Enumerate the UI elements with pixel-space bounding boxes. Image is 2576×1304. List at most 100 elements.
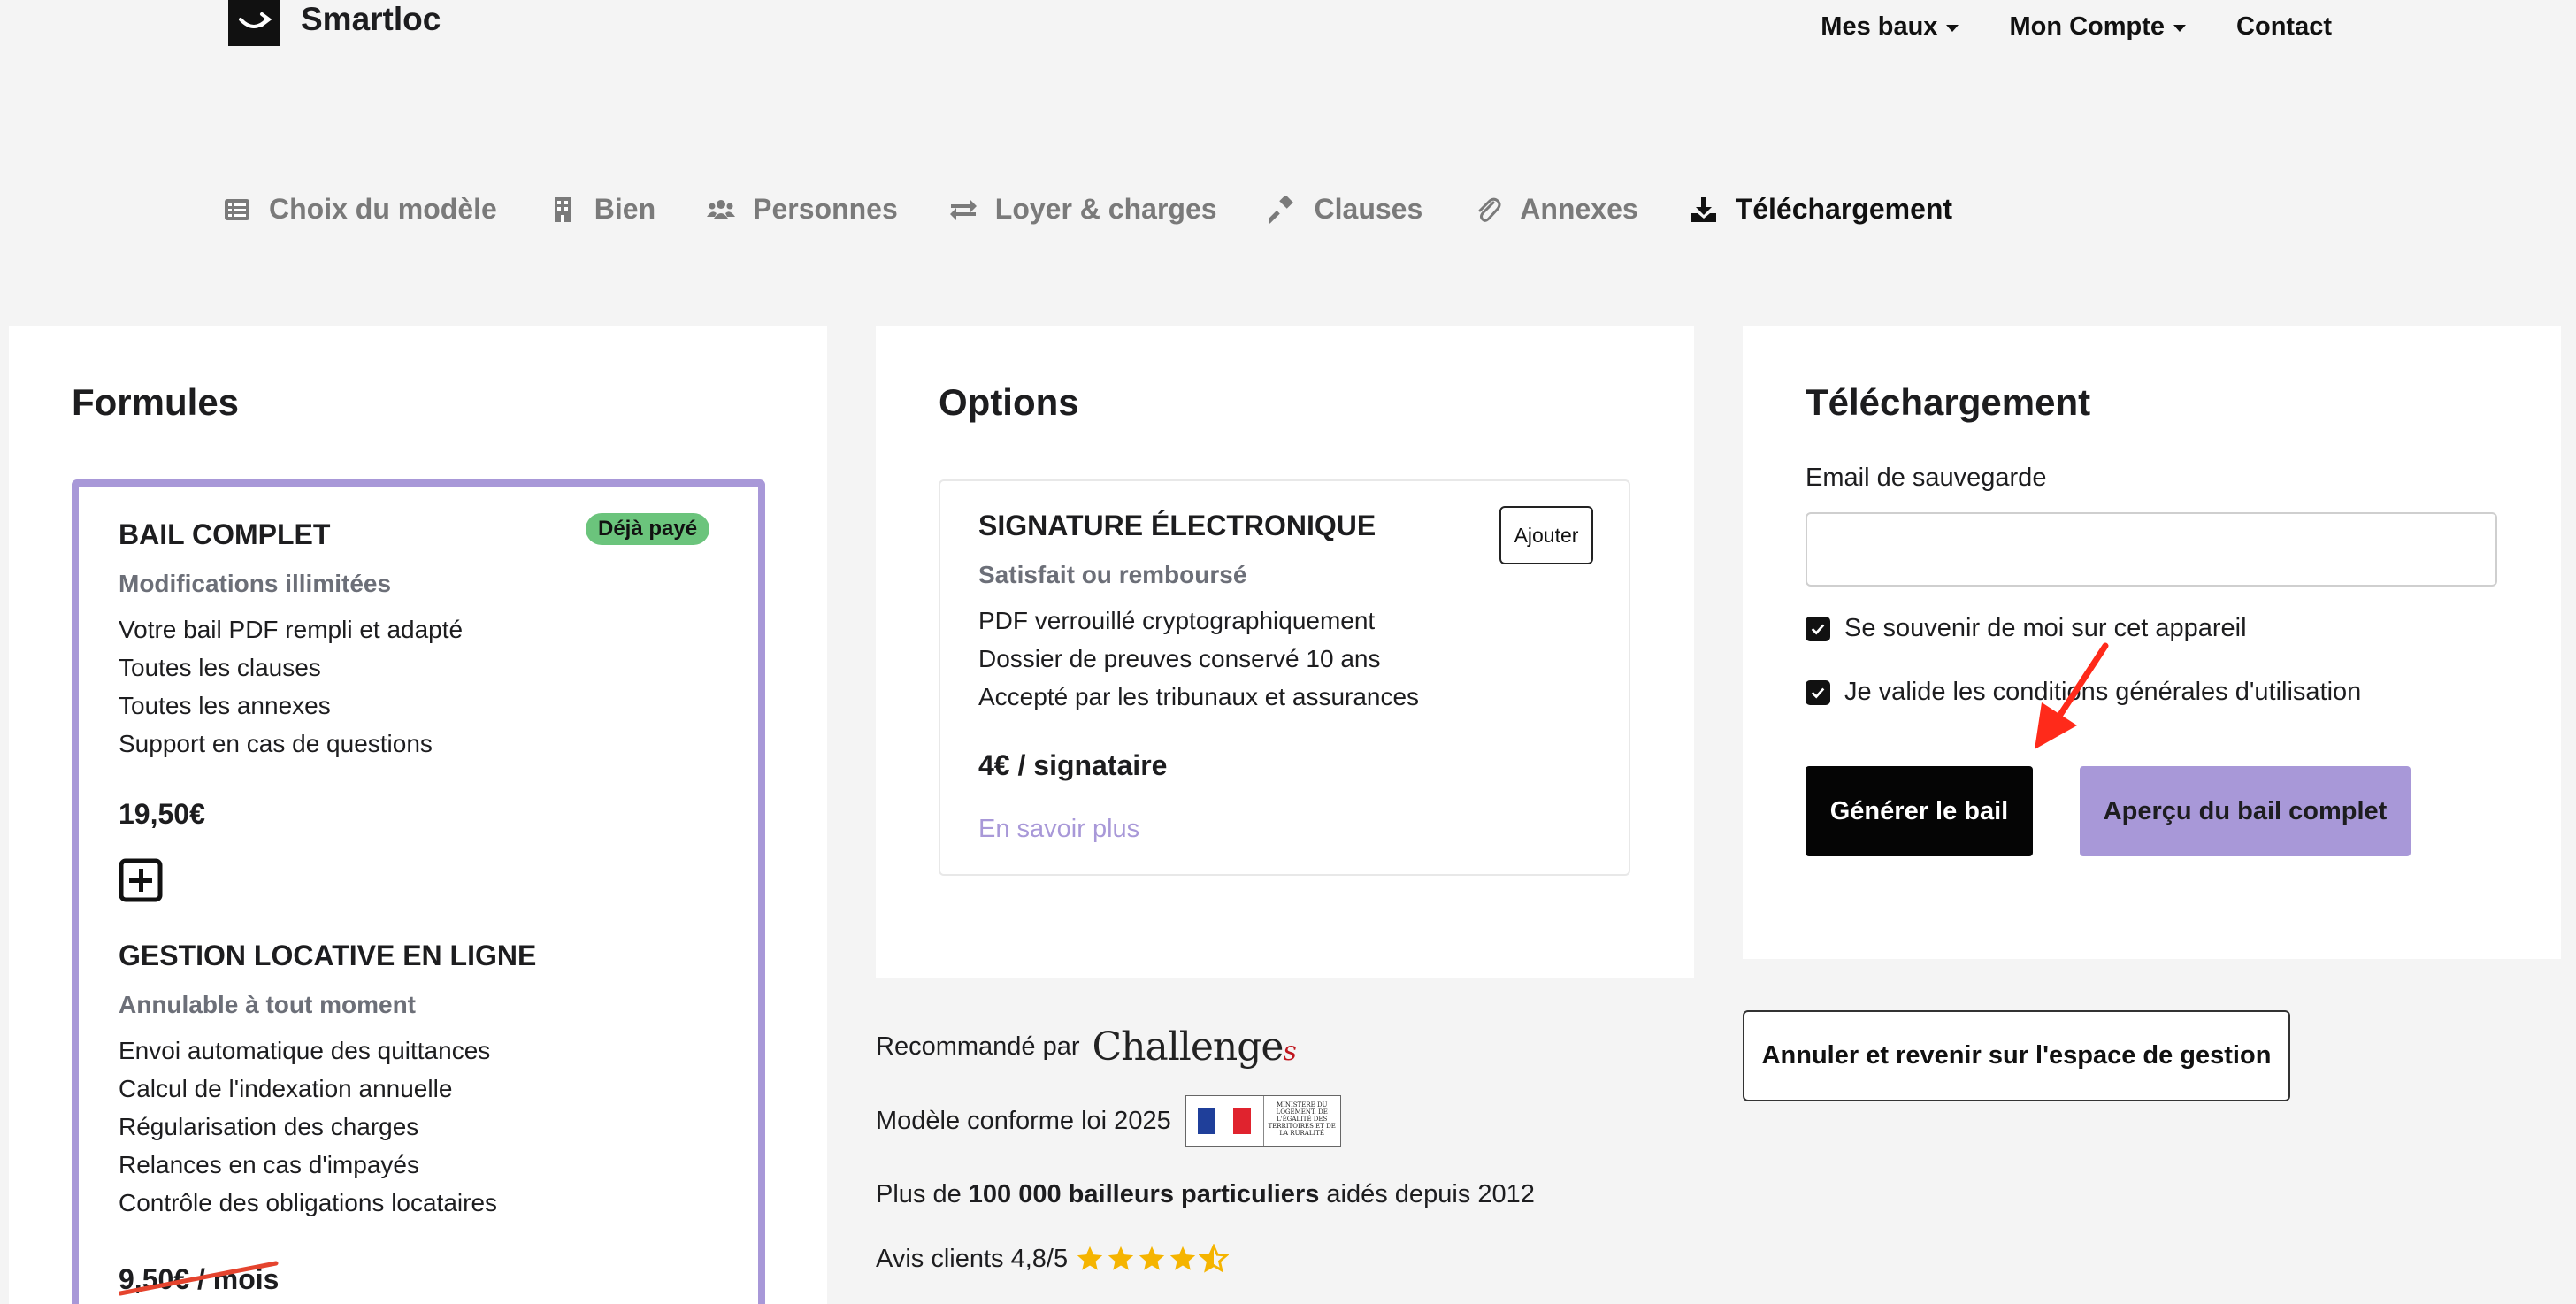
navbar: Smartloc Mes baux Mon Compte Contact <box>0 0 2576 80</box>
email-field[interactable] <box>1806 512 2497 587</box>
step-label: Bien <box>594 193 656 225</box>
list-item: Contrôle des obligations locataires <box>119 1189 498 1216</box>
recommended-by: Recommandé par Challenges <box>876 1024 1297 1070</box>
terms-checkbox[interactable] <box>1806 679 1830 705</box>
challenges-logo-text: Challenge <box>1092 1024 1284 1070</box>
bail-complet-subtitle: Modifications illimitées <box>119 570 392 597</box>
step-clauses[interactable]: Clauses <box>1268 193 1423 226</box>
challenges-logo: Challenges <box>1092 1024 1297 1070</box>
list-item: Toutes les clauses <box>119 654 321 681</box>
step-bien[interactable]: Bien <box>548 193 656 226</box>
preview-lease-button[interactable]: Aperçu du bail complet <box>2080 766 2411 856</box>
nav-mes-baux-label: Mes baux <box>1821 12 1938 41</box>
list-icon <box>225 198 249 220</box>
nav-contact-label: Contact <box>2236 12 2332 41</box>
option-signature-box: SIGNATURE ÉLECTRONIQUE Ajouter Satisfait… <box>939 479 1630 876</box>
step-loyer-charges[interactable]: Loyer & charges <box>949 193 1217 226</box>
list-item: Calcul de l'indexation annuelle <box>119 1075 453 1102</box>
gavel-icon <box>1268 195 1293 224</box>
caret-down-icon <box>1946 24 1959 32</box>
nav-mes-baux[interactable]: Mes baux <box>1821 12 1959 42</box>
red-arrow-annotation <box>2035 642 2109 749</box>
signature-title: SIGNATURE ÉLECTRONIQUE <box>978 510 1376 541</box>
email-label: Email de sauvegarde <box>1806 464 2047 492</box>
list-item: Relances en cas d'impayés <box>119 1151 419 1178</box>
signature-subtitle: Satisfait ou remboursé <box>978 561 1247 588</box>
challenges-logo-suffix: s <box>1283 1036 1296 1067</box>
bail-complet-title: BAIL COMPLET <box>119 518 331 550</box>
gestion-locative-subtitle: Annulable à tout moment <box>119 991 416 1018</box>
customer-rating: Avis clients 4,8/5 <box>876 1244 1230 1274</box>
star-icon <box>1138 1246 1165 1270</box>
ministry-text: MINISTÈRE DU LOGEMENT, DE L'ÉGALITÉ DES … <box>1268 1101 1336 1137</box>
conforme-loi: Modèle conforme loi 2025 MINISTÈRE DU LO… <box>876 1095 1341 1147</box>
bailleurs-prefix: Plus de <box>876 1180 962 1208</box>
step-label: Loyer & charges <box>994 193 1217 225</box>
brand-logo-link[interactable]: Smartloc <box>223 0 441 50</box>
ministry-logo: MINISTÈRE DU LOGEMENT, DE L'ÉGALITÉ DES … <box>1184 1095 1341 1147</box>
step-telechargement[interactable]: Téléchargement <box>1690 193 1952 226</box>
download-title: Téléchargement <box>1806 381 2091 423</box>
add-option-button[interactable]: Ajouter <box>1499 506 1593 564</box>
download-card: Téléchargement Email de sauvegarde Se so… <box>1743 326 2561 959</box>
step-label: Annexes <box>1520 193 1638 225</box>
step-label: Personnes <box>753 193 898 225</box>
check-icon <box>1811 624 1825 634</box>
star-icon <box>1077 1246 1103 1270</box>
step-personnes[interactable]: Personnes <box>707 193 898 226</box>
rating-text: Avis clients 4,8/5 <box>876 1244 1069 1273</box>
conforme-text: Modèle conforme loi 2025 <box>876 1106 1171 1135</box>
step-label: Choix du modèle <box>269 193 497 225</box>
recommended-prefix: Recommandé par <box>876 1032 1080 1061</box>
french-flag-icon <box>1198 1108 1252 1134</box>
step-choix-modele[interactable]: Choix du modèle <box>223 193 497 226</box>
list-item: Dossier de preuves conservé 10 ans <box>978 645 1381 672</box>
paperclip-icon <box>1478 197 1501 222</box>
nav-contact[interactable]: Contact <box>2236 12 2332 42</box>
strikethrough-line <box>119 1261 279 1296</box>
star-icon <box>1108 1246 1134 1270</box>
check-icon <box>1811 687 1825 698</box>
download-icon <box>1690 196 1716 222</box>
bailleurs-bold: 100 000 bailleurs particuliers <box>968 1180 1320 1208</box>
list-item: Accepté par les tribunaux et assurances <box>978 683 1420 710</box>
nav-mon-compte[interactable]: Mon Compte <box>2009 12 2187 42</box>
gestion-locative-features: Envoi automatique des quittances Calcul … <box>119 1032 497 1222</box>
rating-stars <box>1075 1244 1230 1274</box>
options-title: Options <box>939 381 1079 423</box>
list-item: Envoi automatique des quittances <box>119 1037 491 1064</box>
signature-price: 4€ / signataire <box>978 749 1168 781</box>
list-item: Votre bail PDF rempli et adapté <box>119 616 464 643</box>
options-card: Options SIGNATURE ÉLECTRONIQUE Ajouter S… <box>876 326 1694 978</box>
list-item: Toutes les annexes <box>119 692 331 719</box>
bail-complet-price: 19,50€ <box>119 798 205 830</box>
building-icon <box>554 196 571 222</box>
formula-box: BAIL COMPLET Déjà payé Modifications ill… <box>72 479 765 1304</box>
step-label: Clauses <box>1314 193 1423 225</box>
star-half-icon <box>1199 1244 1230 1273</box>
exchange-icon <box>949 199 977 220</box>
learn-more-link[interactable]: En savoir plus <box>978 815 1139 844</box>
house-logo-icon <box>228 0 280 46</box>
signature-features: PDF verrouillé cryptographiquement Dossi… <box>978 602 1419 716</box>
cancel-return-button[interactable]: Annuler et revenir sur l'espace de gesti… <box>1743 1010 2290 1101</box>
formules-card: Formules BAIL COMPLET Déjà payé Modifica… <box>9 326 827 1304</box>
status-badge: Déjà payé <box>586 513 710 545</box>
gestion-locative-title: GESTION LOCATIVE EN LIGNE <box>119 940 537 971</box>
formules-title: Formules <box>72 381 240 423</box>
wizard-steps: Choix du modèle Bien Personnes Loyer & c… <box>223 193 2004 226</box>
remember-me-checkbox[interactable] <box>1806 616 1830 641</box>
star-icon <box>1169 1246 1196 1270</box>
plus-square-icon <box>119 858 163 902</box>
caret-down-icon <box>2174 24 2187 32</box>
list-item: Régularisation des charges <box>119 1113 419 1140</box>
list-item: Support en cas de questions <box>119 730 433 757</box>
list-item: PDF verrouillé cryptographiquement <box>978 607 1376 634</box>
step-annexes[interactable]: Annexes <box>1474 193 1638 226</box>
brand-name: Smartloc <box>301 1 441 37</box>
generate-lease-button[interactable]: Générer le bail <box>1806 766 2033 856</box>
bailleurs-suffix: aidés depuis 2012 <box>1326 1180 1535 1208</box>
step-label: Téléchargement <box>1735 193 1953 225</box>
bail-complet-features: Votre bail PDF rempli et adapté Toutes l… <box>119 610 463 763</box>
nav-mon-compte-label: Mon Compte <box>2009 12 2166 41</box>
